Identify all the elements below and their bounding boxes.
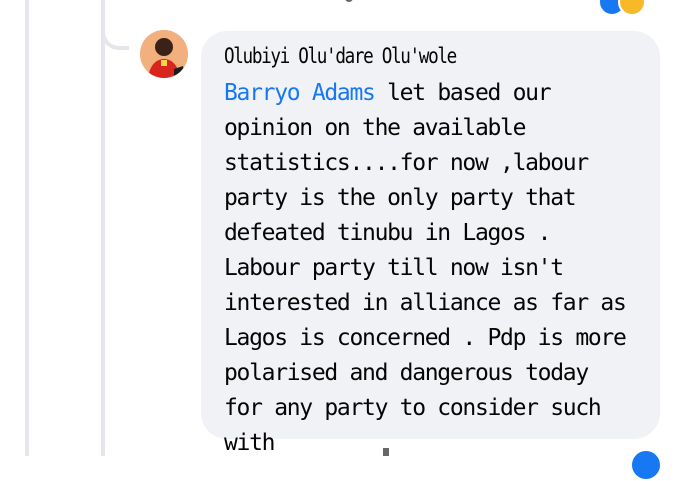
avatar[interactable] <box>140 30 188 78</box>
love-icon <box>618 0 646 16</box>
previous-comment-reactions[interactable] <box>598 0 658 16</box>
reply-connector <box>101 0 129 50</box>
comment-author[interactable]: Olubiyi Olu'dare Olu'wole <box>224 43 457 69</box>
avatar-icon <box>140 30 188 78</box>
like-icon[interactable] <box>630 449 662 481</box>
comment-body: Barryo Adams let based our opinion on th… <box>224 76 638 461</box>
reaction-count <box>383 448 389 456</box>
mentioned-user[interactable]: Barryo Adams <box>224 80 376 106</box>
thread-line-outer <box>25 0 29 456</box>
comment-actions <box>223 448 673 456</box>
thread-line-inner <box>101 0 105 456</box>
previous-comment-separator <box>345 0 353 2</box>
comment-text: let based our opinion on the available s… <box>224 80 627 456</box>
comment-bubble: Olubiyi Olu'dare Olu'wole Barryo Adams l… <box>201 31 660 456</box>
